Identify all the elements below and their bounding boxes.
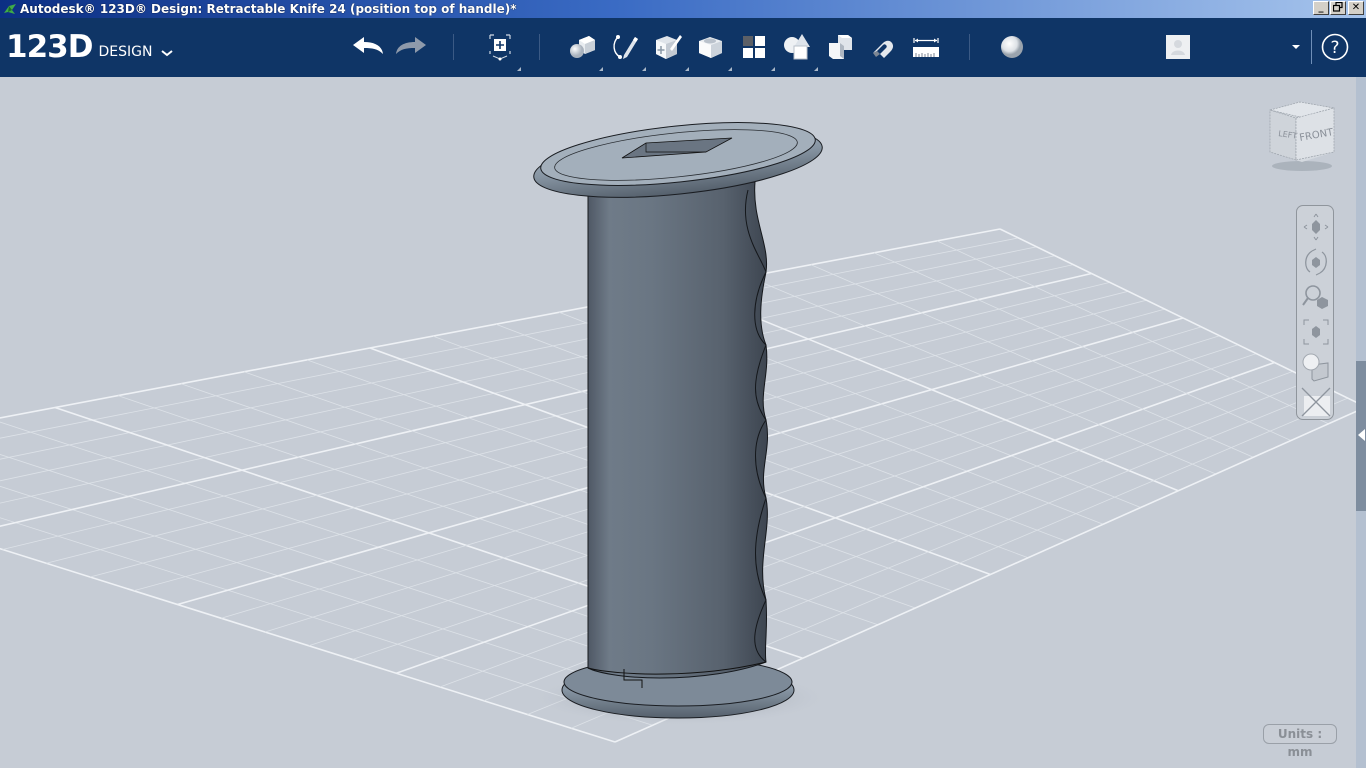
window-title: Autodesk® 123D® Design: Retractable Knif… xyxy=(20,2,517,16)
transform-tool[interactable] xyxy=(480,27,521,71)
grid-line xyxy=(936,240,1329,425)
minimize-button[interactable]: _ xyxy=(1313,1,1329,15)
close-button[interactable]: ✕ xyxy=(1348,1,1364,15)
account-dropdown[interactable] xyxy=(1284,27,1308,67)
user-avatar-icon xyxy=(1166,35,1190,59)
fit-to-view-icon xyxy=(1303,319,1329,345)
visual-style-button[interactable] xyxy=(1300,351,1332,383)
sketch-tool[interactable] xyxy=(605,27,646,71)
material-tool[interactable] xyxy=(992,27,1032,67)
grid-line xyxy=(0,237,1019,439)
primitives-tool[interactable] xyxy=(562,27,603,71)
measure-tool[interactable] xyxy=(906,27,946,67)
undo-button[interactable] xyxy=(348,27,388,67)
logo-123d: 123D xyxy=(6,29,93,65)
view-cube[interactable]: LEFT FRONT xyxy=(1262,96,1342,176)
collapse-arrow-icon xyxy=(1358,429,1365,441)
title-bar: Autodesk® 123D® Design: Retractable Knif… xyxy=(0,0,1366,18)
orbit-button[interactable] xyxy=(1300,246,1332,278)
grouping-shapes-icon xyxy=(784,34,810,60)
redo-arrow-icon xyxy=(396,37,426,54)
pattern-tool[interactable] xyxy=(734,27,775,71)
knife-handle-model[interactable] xyxy=(520,110,840,750)
dropdown-arrow-icon xyxy=(1292,45,1300,49)
transform-move-icon xyxy=(489,34,511,61)
hide-show-icon xyxy=(1301,387,1331,417)
toolbar-separator xyxy=(1311,30,1312,64)
visual-style-icon xyxy=(1302,353,1329,382)
toolbar-separator xyxy=(539,34,540,60)
main-toolbar: 123D DESIGN ? xyxy=(0,18,1366,77)
construct-tool[interactable] xyxy=(648,27,689,71)
snap-magnet-icon xyxy=(873,40,894,58)
submenu-indicator xyxy=(517,67,521,71)
combine-boxes-icon xyxy=(829,35,852,59)
help-icon: ? xyxy=(1321,33,1349,61)
construct-box-icon xyxy=(656,35,682,59)
restore-icon xyxy=(1332,1,1343,12)
orbit-icon xyxy=(1305,248,1327,276)
toolbar-separator xyxy=(969,34,970,60)
grouping-tool[interactable] xyxy=(777,27,818,71)
side-panel-toggle[interactable] xyxy=(1356,361,1366,511)
pan-button[interactable] xyxy=(1300,211,1332,243)
help-button[interactable]: ? xyxy=(1315,27,1355,67)
submenu-indicator xyxy=(814,67,818,71)
logo-design: DESIGN xyxy=(98,44,153,60)
sketch-pencil-icon xyxy=(613,35,638,59)
submenu-indicator xyxy=(599,67,603,71)
pan-icon xyxy=(1303,213,1329,241)
navigation-bar xyxy=(1296,205,1334,420)
material-sphere-icon xyxy=(1001,36,1023,58)
submenu-indicator xyxy=(771,67,775,71)
grid-line xyxy=(0,246,1037,460)
measure-ruler-icon xyxy=(913,38,939,57)
submenu-indicator xyxy=(642,67,646,71)
snap-tool[interactable] xyxy=(863,27,903,67)
primitives-sphere-box-icon xyxy=(570,36,595,58)
app-icon xyxy=(4,4,16,14)
redo-button[interactable] xyxy=(391,27,431,67)
units-badge[interactable]: Units : mm xyxy=(1263,724,1337,759)
zoom-button[interactable] xyxy=(1300,281,1332,313)
restore-button[interactable] xyxy=(1330,1,1346,15)
hide-show-button[interactable] xyxy=(1300,386,1332,418)
modify-box-icon xyxy=(699,37,722,58)
zoom-icon xyxy=(1302,285,1328,309)
toolbar-separator xyxy=(453,34,454,60)
chevron-down-icon xyxy=(161,50,174,57)
modify-tool[interactable] xyxy=(691,27,732,71)
app-menu-button[interactable]: 123D DESIGN xyxy=(6,30,174,64)
account-button[interactable] xyxy=(1158,27,1198,67)
submenu-indicator xyxy=(728,67,732,71)
undo-arrow-icon xyxy=(353,37,383,54)
pattern-grid-icon xyxy=(743,36,765,58)
fit-button[interactable] xyxy=(1300,316,1332,348)
combine-tool[interactable] xyxy=(820,27,860,67)
help-label: ? xyxy=(1330,38,1339,58)
submenu-indicator xyxy=(685,67,689,71)
